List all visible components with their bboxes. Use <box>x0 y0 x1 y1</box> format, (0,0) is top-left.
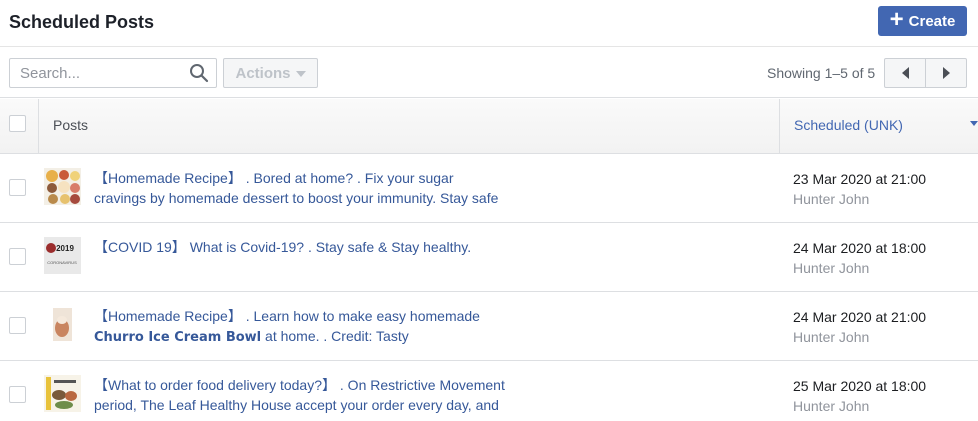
table-header: Posts Scheduled (UNK) <box>0 99 978 154</box>
prev-page-button[interactable] <box>885 59 925 87</box>
post-text-line: 【What to order food delivery today?】 . O… <box>94 377 505 393</box>
page-title: Scheduled Posts <box>9 12 155 32</box>
post-author: Hunter John <box>793 329 870 345</box>
table-row[interactable]: 2019 CORONAVIRUS 【COVID 19】 What is Covi… <box>0 223 978 292</box>
create-button[interactable]: + Create <box>878 6 967 36</box>
create-button-label: Create <box>908 12 956 30</box>
post-text[interactable]: 【What to order food delivery today?】 . O… <box>94 375 554 417</box>
scheduled-cell: 24 Mar 2020 at 21:00 Hunter John <box>793 307 926 347</box>
post-text-line: 【Homemade Recipe】 . Learn how to make ea… <box>94 308 480 324</box>
select-all-checkbox[interactable] <box>9 115 26 132</box>
post-text[interactable]: 【COVID 19】 What is Covid-19? . Stay safe… <box>94 237 554 257</box>
next-page-button[interactable] <box>925 59 966 87</box>
post-thumbnail <box>44 168 81 205</box>
scheduled-cell: 23 Mar 2020 at 21:00 Hunter John <box>793 169 926 209</box>
pagination-controls <box>884 58 967 88</box>
pagination-status: Showing 1–5 of 5 <box>767 65 876 81</box>
plus-icon: + <box>889 6 904 33</box>
table-row[interactable]: 【Homemade Recipe】 . Bored at home? . Fix… <box>0 154 978 223</box>
post-text-line: Churro Ice Cream Bowl at home. . Credit:… <box>94 328 409 345</box>
select-all-cell <box>0 99 39 154</box>
chevron-left-icon <box>901 67 909 79</box>
row-checkbox[interactable] <box>9 179 26 196</box>
table-row[interactable]: 【What to order food delivery today?】 . O… <box>0 361 978 421</box>
post-thumbnail <box>44 306 81 343</box>
post-text[interactable]: 【Homemade Recipe】 . Learn how to make ea… <box>94 306 554 348</box>
post-author: Hunter John <box>793 191 870 207</box>
row-checkbox[interactable] <box>9 248 26 265</box>
post-text-line: cravings by homemade dessert to boost yo… <box>94 190 499 206</box>
post-text-line: period, The Leaf Healthy House accept yo… <box>94 397 499 413</box>
caret-down-icon[interactable] <box>970 121 978 126</box>
table-row[interactable]: 【Homemade Recipe】 . Learn how to make ea… <box>0 292 978 361</box>
scheduled-date: 23 Mar 2020 at 21:00 <box>793 171 927 187</box>
thumbnail-text: 2019 <box>56 244 74 253</box>
search-box <box>9 58 217 88</box>
row-checkbox[interactable] <box>9 386 26 403</box>
scheduled-date: 25 Mar 2020 at 18:00 <box>793 378 927 394</box>
actions-dropdown[interactable]: Actions <box>223 58 318 88</box>
post-thumbnail: 2019 CORONAVIRUS <box>44 237 81 274</box>
thumbnail-text: CORONAVIRUS <box>47 260 77 265</box>
caret-down-icon <box>295 71 306 77</box>
post-text-line: 【Homemade Recipe】 . Bored at home? . Fix… <box>94 170 454 186</box>
scheduled-date: 24 Mar 2020 at 21:00 <box>793 309 927 325</box>
post-text-line: 【COVID 19】 What is Covid-19? . Stay safe… <box>94 239 472 255</box>
search-icon[interactable] <box>189 63 209 83</box>
post-thumbnail <box>44 375 81 412</box>
page-header: Scheduled Posts + Create <box>0 0 978 47</box>
toolbar: Actions Showing 1–5 of 5 <box>0 48 978 98</box>
scheduled-cell: 24 Mar 2020 at 18:00 Hunter John <box>793 238 926 278</box>
post-author: Hunter John <box>793 398 870 414</box>
post-text[interactable]: 【Homemade Recipe】 . Bored at home? . Fix… <box>94 168 554 210</box>
column-header-scheduled[interactable]: Scheduled (UNK) <box>779 99 978 154</box>
column-header-posts: Posts <box>53 117 89 133</box>
chevron-right-icon <box>942 67 950 79</box>
actions-label: Actions <box>235 64 291 82</box>
search-input[interactable] <box>10 59 180 87</box>
post-author: Hunter John <box>793 260 870 276</box>
scheduled-date: 24 Mar 2020 at 18:00 <box>793 240 927 256</box>
row-checkbox[interactable] <box>9 317 26 334</box>
scheduled-cell: 25 Mar 2020 at 18:00 Hunter John <box>793 376 926 416</box>
column-header-scheduled-label: Scheduled (UNK) <box>794 117 903 133</box>
